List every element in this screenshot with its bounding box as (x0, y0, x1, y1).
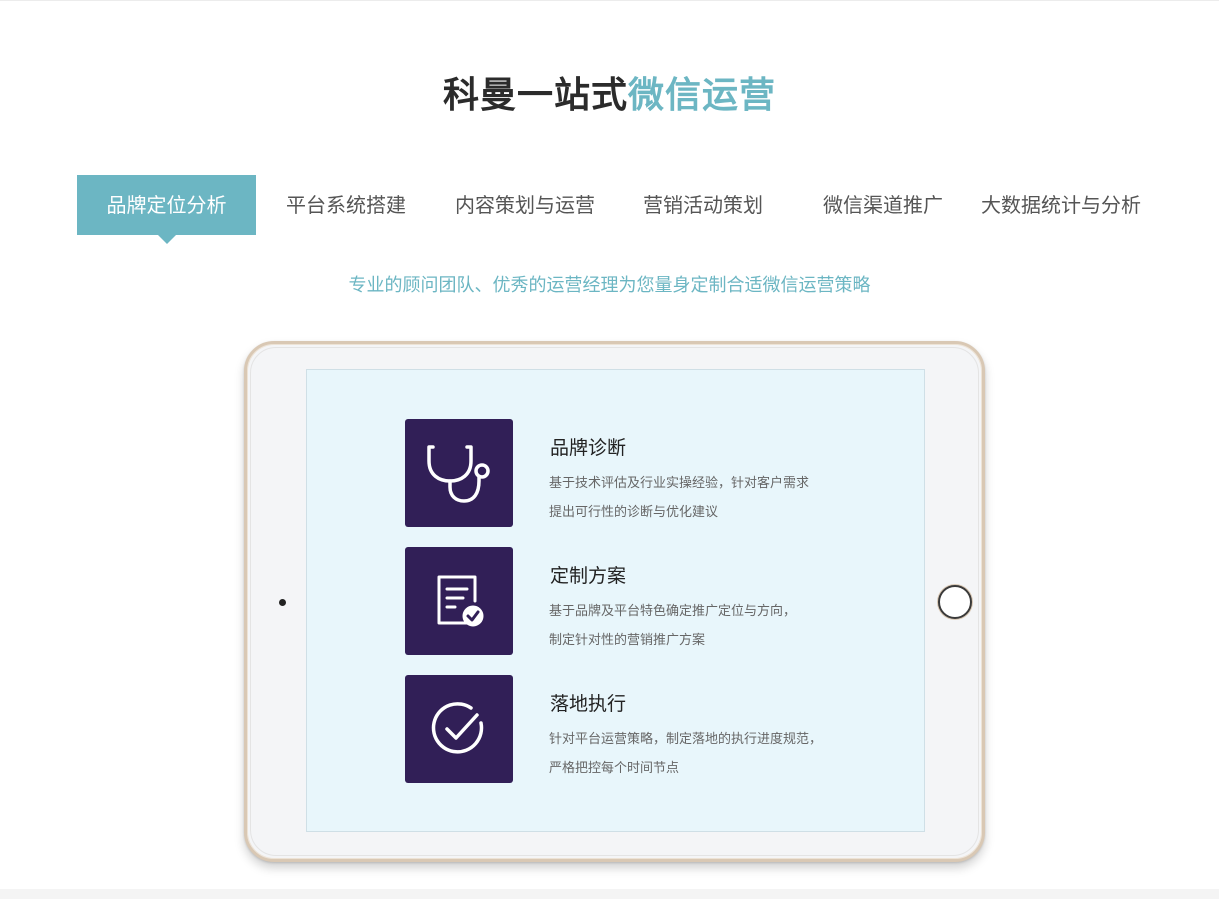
feature-description-line: 提出可行性的诊断与优化建议 (549, 505, 719, 520)
tablet-home-button (938, 585, 972, 619)
feature-title: 定制方案 (550, 565, 627, 587)
section-subtitle: 专业的顾问团队、优秀的运营经理为您量身定制合适微信运营策略 (348, 275, 871, 296)
feature-description-line: 基于技术评估及行业实操经验，针对客户需求 (549, 476, 810, 491)
feature-title: 品牌诊断 (550, 437, 627, 459)
feature-description-line: 针对平台运营策略，制定落地的执行进度规范， (549, 732, 823, 747)
feature-description: 基于品牌及平台特色确定推广定位与方向， 制定针对性的营销推广方案 (549, 597, 796, 655)
tab-content-planning[interactable]: 内容策划与运营 (441, 175, 609, 235)
feature-description-line: 基于品牌及平台特色确定推广定位与方向， (549, 604, 797, 619)
feature-description: 针对平台运营策略，制定落地的执行进度规范， 严格把控每个时间节点 (549, 725, 822, 783)
tablet-illustration: 品牌诊断 基于技术评估及行业实操经验，针对客户需求 提出可行性的诊断与优化建议 … (244, 341, 985, 862)
tablet-camera (279, 599, 286, 606)
tab-platform-building[interactable]: 平台系统搭建 (266, 175, 426, 235)
feature-description-line: 严格把控每个时间节点 (549, 761, 680, 776)
title-main: 科曼一站式 (442, 75, 628, 116)
feature-description-line: 制定针对性的营销推广方案 (549, 633, 706, 648)
service-tabs: 品牌定位分析 平台系统搭建 内容策划与运营 营销活动策划 微信渠道推广 大数据统… (77, 175, 1157, 244)
stethoscope-icon (405, 419, 513, 527)
top-divider (0, 0, 1219, 1)
tab-data-analytics[interactable]: 大数据统计与分析 (975, 175, 1147, 235)
feature-title: 落地执行 (550, 693, 627, 715)
document-check-icon (405, 547, 513, 655)
feature-item: 品牌诊断 基于技术评估及行业实操经验，针对客户需求 提出可行性的诊断与优化建议 (405, 419, 825, 527)
feature-description: 基于技术评估及行业实操经验，针对客户需求 提出可行性的诊断与优化建议 (549, 469, 809, 527)
page-title: 科曼一站式微信运营 (0, 72, 1219, 120)
circle-check-icon (405, 675, 513, 783)
tablet-screen: 品牌诊断 基于技术评估及行业实操经验，针对客户需求 提出可行性的诊断与优化建议 … (306, 369, 925, 832)
tab-channel-promotion[interactable]: 微信渠道推广 (805, 175, 961, 235)
tab-brand-positioning[interactable]: 品牌定位分析 (77, 175, 256, 244)
title-accent: 微信运营 (628, 75, 777, 116)
tab-marketing-campaigns[interactable]: 营销活动策划 (625, 175, 781, 235)
footer-divider (0, 889, 1219, 899)
feature-item: 定制方案 基于品牌及平台特色确定推广定位与方向， 制定针对性的营销推广方案 (405, 547, 825, 655)
feature-item: 落地执行 针对平台运营策略，制定落地的执行进度规范， 严格把控每个时间节点 (405, 675, 825, 783)
